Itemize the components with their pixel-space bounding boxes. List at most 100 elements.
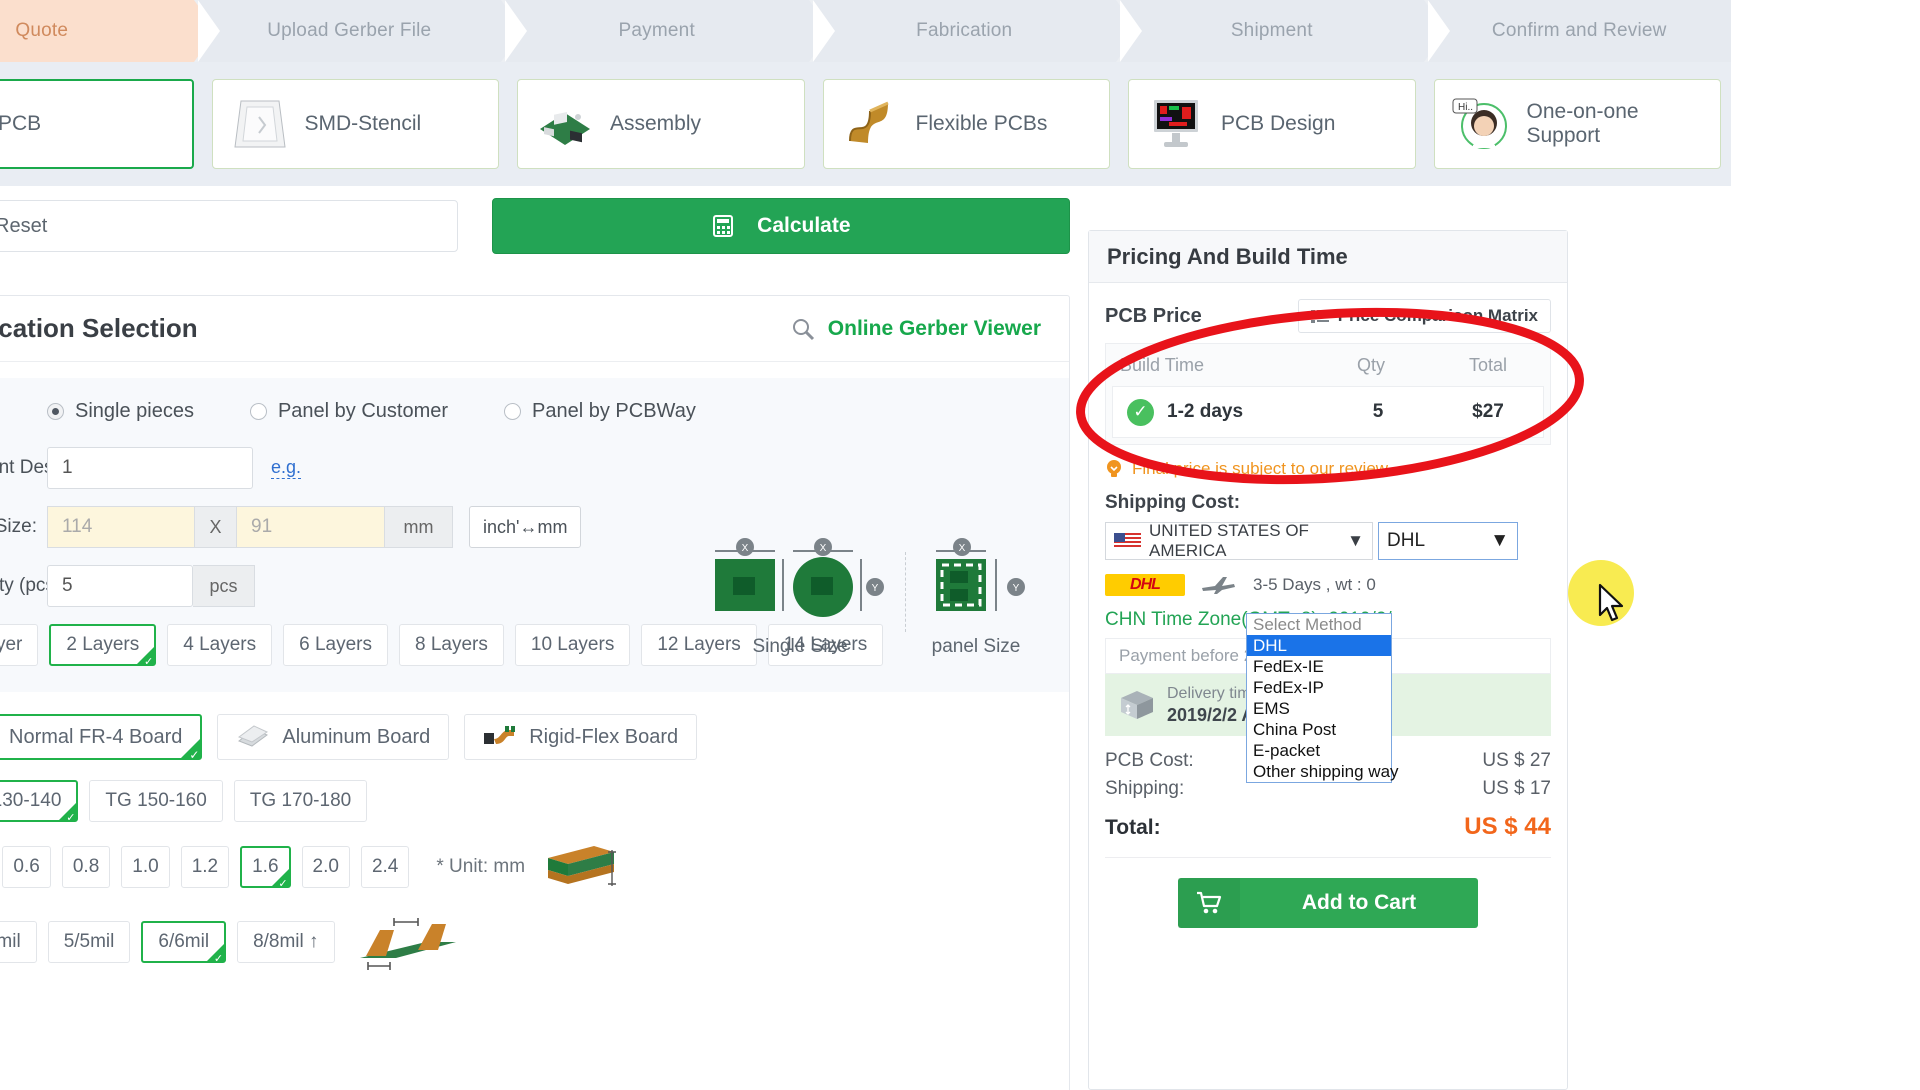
support-agent-avatar-icon: Hi.. xyxy=(1451,95,1513,153)
step-fabrication[interactable]: Fabrication xyxy=(813,0,1117,62)
matrix-button-label: Price Comparison Matrix xyxy=(1338,306,1538,326)
matrix-list-icon xyxy=(1311,309,1329,323)
size-y-input[interactable]: 91 xyxy=(237,506,385,548)
quantity-input[interactable]: 5 xyxy=(47,565,193,607)
step-shipment[interactable]: Shipment xyxy=(1120,0,1424,62)
table-row[interactable]: ✓ 1-2 days 5 $27 xyxy=(1112,386,1544,438)
layers-option-10[interactable]: 10 Layers xyxy=(515,624,630,666)
product-tab-smd-stencil[interactable]: SMD-Stencil xyxy=(212,79,500,169)
single-size-label: Single Size xyxy=(705,636,895,658)
fr4-tg-150-160[interactable]: TG 150-160 xyxy=(89,780,222,822)
layers-option-2[interactable]: 2 Layers xyxy=(49,624,156,666)
thickness-2-0[interactable]: 2.0 xyxy=(302,846,350,888)
col-header-build-time: Build Time xyxy=(1106,355,1316,376)
dropdown-option-ems[interactable]: EMS xyxy=(1247,698,1391,719)
dropdown-option-china-post[interactable]: China Post xyxy=(1247,719,1391,740)
spacing-4-4mil[interactable]: 4/4mil xyxy=(0,921,37,963)
country-select[interactable]: UNITED STATES OF AMERICA ▼ xyxy=(1105,522,1373,560)
step-upload-gerber-file[interactable]: Upload Gerber File xyxy=(198,0,502,62)
layers-option-8[interactable]: 8 Layers xyxy=(399,624,504,666)
us-flag-icon xyxy=(1114,533,1141,550)
specification-header: Specification Selection Online Gerber Vi… xyxy=(0,296,1069,362)
spacing-6-6mil[interactable]: 6/6mil xyxy=(141,921,226,963)
radio-panel-by-customer[interactable]: Panel by Customer xyxy=(250,400,448,423)
check-circle-icon: ✓ xyxy=(1127,399,1154,426)
dropdown-option-e-packet[interactable]: E-packet xyxy=(1247,740,1391,761)
calculator-icon xyxy=(711,214,735,238)
material-rigid-flex-board[interactable]: Rigid-Flex Board xyxy=(464,714,697,760)
price-comparison-matrix-button[interactable]: Price Comparison Matrix xyxy=(1298,299,1551,333)
single-size-diagram-icon: X X Y xyxy=(705,537,895,629)
pricing-panel-title: Pricing And Build Time xyxy=(1089,231,1567,283)
radio-single-pieces[interactable]: Single pieces xyxy=(47,400,194,423)
col-header-total: Total xyxy=(1426,355,1550,376)
step-label: Shipment xyxy=(1231,20,1313,42)
country-value: UNITED STATES OF AMERICA xyxy=(1149,521,1347,561)
radio-panel-by-pcbway[interactable]: Panel by PCBWay xyxy=(504,400,696,423)
shipping-label: Shipping: xyxy=(1105,778,1184,800)
spacing-5-5mil[interactable]: 5/5mil xyxy=(48,921,131,963)
thickness-1-2[interactable]: 1.2 xyxy=(181,846,229,888)
product-tab-one-on-one-support[interactable]: Hi.. One-on-one Support xyxy=(1434,79,1722,169)
thickness-1-0[interactable]: 1.0 xyxy=(121,846,169,888)
material-aluminum-board[interactable]: Aluminum Board xyxy=(217,714,449,760)
different-design-label: Different Design: xyxy=(0,457,47,479)
step-quote[interactable]: Quote xyxy=(0,0,194,62)
shipping-method-select[interactable]: DHL ▼ xyxy=(1378,522,1518,560)
spacing-8-8mil[interactable]: 8/8mil ↑ xyxy=(237,921,334,963)
material-normal-fr4-board[interactable]: Normal FR-4 Board xyxy=(0,714,202,760)
product-tab-flexible-pcbs[interactable]: Flexible PCBs xyxy=(823,79,1111,169)
final-note-text: Final price is subject to our review. xyxy=(1132,459,1392,479)
radio-label: Panel by PCBWay xyxy=(532,400,696,423)
thickness-0-8[interactable]: 0.8 xyxy=(62,846,110,888)
chevron-down-icon: ▼ xyxy=(1347,531,1364,551)
layers-option-6[interactable]: 6 Layers xyxy=(283,624,388,666)
calculate-button[interactable]: Calculate xyxy=(492,198,1070,254)
product-tab-pcb-design[interactable]: PCB Design xyxy=(1128,79,1416,169)
inch-mm-convert-button[interactable]: inch'↔mm xyxy=(469,506,581,548)
thickness-1-6[interactable]: 1.6 xyxy=(240,846,290,888)
radio-dot xyxy=(250,403,267,420)
product-tab-label: Assembly xyxy=(610,112,701,136)
eg-link[interactable]: e.g. xyxy=(271,457,301,479)
step-label: Quote xyxy=(15,20,68,42)
chevron-down-icon: ▼ xyxy=(1490,530,1509,552)
size-separator: X xyxy=(195,506,237,548)
reset-button[interactable]: Reset xyxy=(0,200,458,252)
svg-text:Y: Y xyxy=(1013,583,1020,594)
dropdown-option-fedex-ip[interactable]: FedEx-IP xyxy=(1247,677,1391,698)
dropdown-option-other-shipping-way[interactable]: Other shipping way xyxy=(1247,761,1391,782)
total-value: $27 xyxy=(1433,401,1543,423)
layers-option-4[interactable]: 4 Layers xyxy=(167,624,272,666)
thickness-0-6[interactable]: 0.6 xyxy=(2,846,50,888)
different-design-input[interactable]: 1 xyxy=(47,447,253,489)
step-label: Upload Gerber File xyxy=(267,20,431,42)
size-x-input[interactable]: 114 xyxy=(47,506,195,548)
product-tab-label: SMD-Stencil xyxy=(305,112,422,136)
thickness-unit-note: * Unit: mm xyxy=(436,856,525,878)
layers-option-1[interactable]: 1 Layer xyxy=(0,624,38,666)
dhl-logo-text: DHL xyxy=(1130,576,1160,594)
step-confirm-and-review[interactable]: Confirm and Review xyxy=(1428,0,1732,62)
product-tab-assembly[interactable]: Assembly xyxy=(517,79,805,169)
product-tab-pcb[interactable]: PCB xyxy=(0,79,194,169)
step-payment[interactable]: Payment xyxy=(505,0,809,62)
size-unit-label: mm xyxy=(385,506,453,548)
dropdown-option-select-method[interactable]: Select Method xyxy=(1247,614,1391,635)
panel-size-label: panel Size xyxy=(916,636,1036,658)
online-gerber-viewer-link[interactable]: Online Gerber Viewer xyxy=(790,316,1041,342)
dropdown-option-fedex-ie[interactable]: FedEx-IE xyxy=(1247,656,1391,677)
thickness-2-4[interactable]: 2.4 xyxy=(361,846,409,888)
fr4-tg-130-140[interactable]: TG 130-140 xyxy=(0,780,78,822)
add-to-cart-button[interactable]: Add to Cart xyxy=(1178,878,1478,928)
divider xyxy=(1105,857,1551,858)
rigid-flex-board-icon xyxy=(483,725,517,749)
size-label: Size: xyxy=(0,516,47,538)
dropdown-option-dhl[interactable]: DHL xyxy=(1247,635,1391,656)
dhl-logo-icon: DHL xyxy=(1105,574,1185,596)
lightbulb-icon xyxy=(1105,459,1123,479)
fr4-tg-170-180[interactable]: TG 170-180 xyxy=(234,780,367,822)
pcb-cost-label: PCB Cost: xyxy=(1105,750,1194,772)
shipping-method-dropdown[interactable]: Select Method DHL FedEx-IE FedEx-IP EMS … xyxy=(1246,613,1392,783)
add-to-cart-label: Add to Cart xyxy=(1240,891,1478,915)
